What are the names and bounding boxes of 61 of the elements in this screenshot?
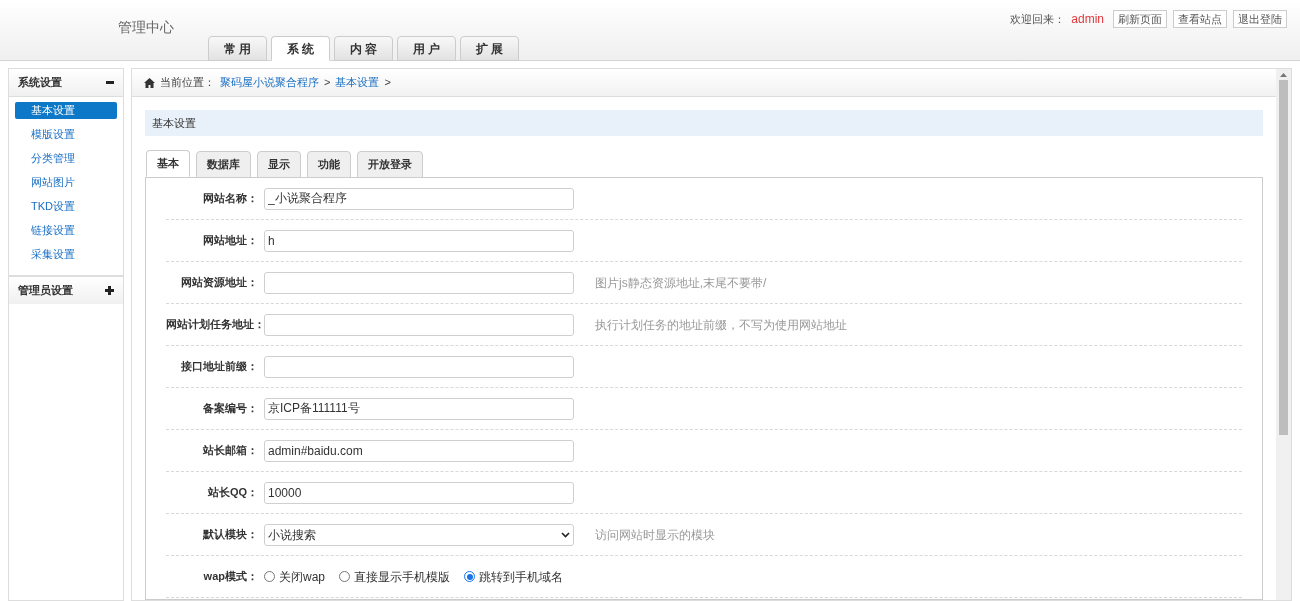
sidebar-group-header[interactable]: 管理员设置 xyxy=(9,276,123,304)
header-title: 管理中心 xyxy=(118,18,174,37)
header-button[interactable]: 查看站点 xyxy=(1173,10,1227,28)
scrollbar-thumb[interactable] xyxy=(1279,80,1288,435)
radio-option[interactable]: 跳转到手机域名 xyxy=(464,567,563,586)
radio-option[interactable]: 关闭wap xyxy=(264,567,325,586)
field-label: 网站名称： xyxy=(203,192,258,205)
field-label: 网站资源地址： xyxy=(181,276,258,289)
sidebar-item[interactable]: 模版设置 xyxy=(15,126,117,143)
header-button[interactable]: 刷新页面 xyxy=(1113,10,1167,28)
breadcrumb-separator: > xyxy=(384,75,391,91)
sidebar-item[interactable]: 采集设置 xyxy=(15,246,117,263)
sidebar-item[interactable]: 分类管理 xyxy=(15,150,117,167)
text-field[interactable] xyxy=(264,313,574,336)
text-field[interactable]: 京ICP备111111号 xyxy=(264,397,574,420)
nav-tab[interactable]: 系 统 xyxy=(271,36,330,61)
field-label: 默认模块： xyxy=(203,528,258,541)
form-tab[interactable]: 基本 xyxy=(146,150,190,177)
chevron-down-icon xyxy=(561,531,570,538)
text-field[interactable]: h xyxy=(264,229,574,252)
sidebar-item[interactable]: 基本设置 xyxy=(15,102,117,119)
scroll-up-icon xyxy=(1280,73,1287,77)
breadcrumb-separator: > xyxy=(324,75,331,91)
field-hint: 访问网站时显示的模块 xyxy=(595,526,715,544)
field-label: 备案编号： xyxy=(203,402,258,415)
field-label: 网站计划任务地址： xyxy=(166,318,265,331)
home-icon xyxy=(144,77,155,88)
form-tab[interactable]: 开放登录 xyxy=(357,151,423,178)
text-field[interactable]: admin#baidu.com xyxy=(264,439,574,462)
sidebar-item[interactable]: 网站图片 xyxy=(15,174,117,191)
field-label: wap模式： xyxy=(203,570,258,583)
text-field[interactable]: 10000 xyxy=(264,481,574,504)
text-field[interactable] xyxy=(264,271,574,294)
breadcrumb-label: 当前位置： xyxy=(160,75,215,91)
text-field[interactable] xyxy=(264,355,574,378)
username: admin xyxy=(1071,11,1104,28)
form-tab[interactable]: 数据库 xyxy=(196,151,251,178)
field-hint: 图片js静态资源地址,末尾不要带/ xyxy=(595,274,767,292)
form-tab[interactable]: 显示 xyxy=(257,151,301,178)
form-tab[interactable]: 功能 xyxy=(307,151,351,178)
field-label: 站长邮箱： xyxy=(203,444,258,457)
field-label: 站长QQ： xyxy=(207,486,258,499)
nav-tab[interactable]: 用 户 xyxy=(397,36,456,61)
radio-option[interactable]: 直接显示手机模版 xyxy=(339,567,450,586)
field-label: 网站地址： xyxy=(203,234,258,247)
text-field[interactable]: _小说聚合程序 xyxy=(264,187,574,210)
breadcrumb-link[interactable]: 基本设置 xyxy=(335,74,380,91)
minus-icon xyxy=(106,81,114,84)
nav-tab[interactable]: 常 用 xyxy=(208,36,267,61)
field-hint: 执行计划任务的地址前缀，不写为使用网站地址 xyxy=(595,316,847,334)
dropdown-field[interactable]: 小说搜索 xyxy=(264,523,574,546)
nav-tab[interactable]: 内 容 xyxy=(334,36,393,61)
header-button[interactable]: 退出登陆 xyxy=(1233,10,1287,28)
section-title: 基本设置 xyxy=(145,110,1263,136)
plus-icon xyxy=(105,286,114,295)
nav-tab[interactable]: 扩 展 xyxy=(460,36,519,61)
breadcrumb-link[interactable]: 聚码屋小说聚合程序 xyxy=(220,74,319,91)
field-label: 接口地址前缀： xyxy=(181,360,258,373)
sidebar-item[interactable]: 链接设置 xyxy=(15,222,117,239)
sidebar-item[interactable]: TKD设置 xyxy=(15,198,117,215)
welcome-text: 欢迎回来： xyxy=(1010,11,1066,27)
